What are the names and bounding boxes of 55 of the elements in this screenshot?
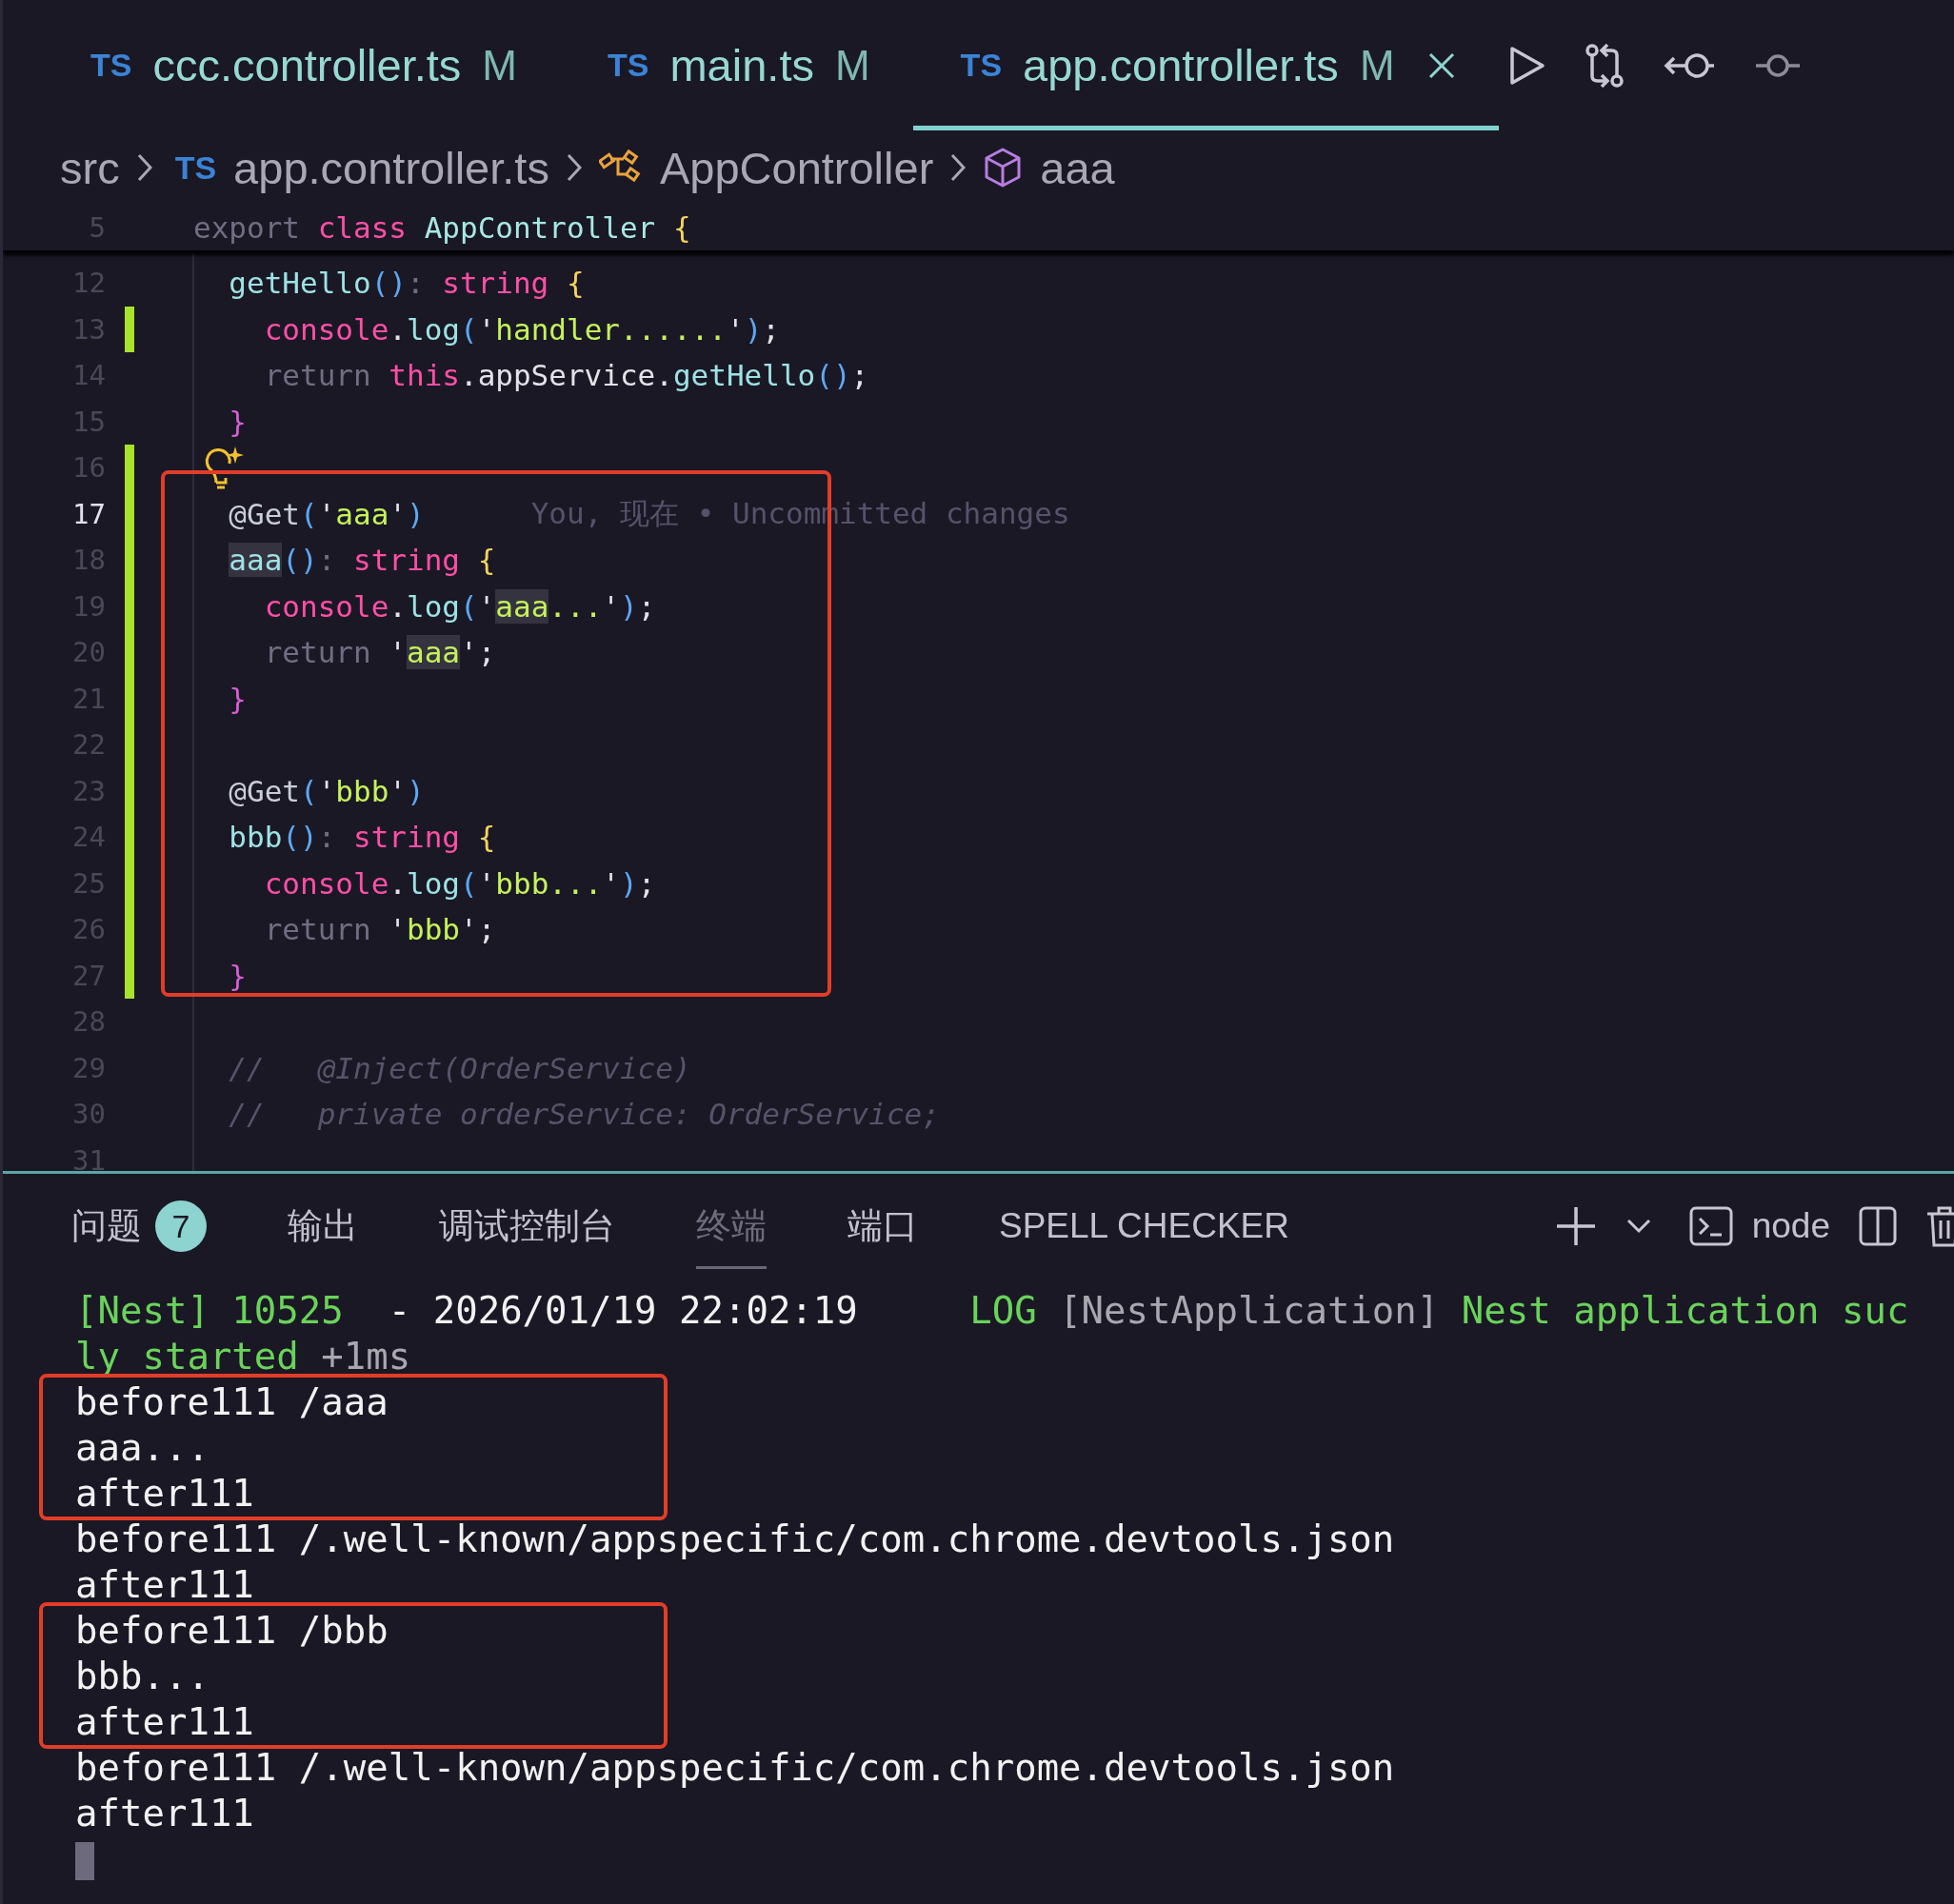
panel-tab[interactable]: SPELL CHECKER: [999, 1183, 1289, 1269]
code-line: @Get('aaa'): [228, 496, 425, 531]
breadcrumb-item[interactable]: src: [60, 141, 120, 194]
editor-tab[interactable]: TS app.controller.ts M: [912, 0, 1499, 130]
typescript-label: TS: [174, 149, 217, 187]
code-line: return this.appService.getHello();: [263, 358, 869, 393]
panel-tab[interactable]: 问题 7: [71, 1183, 207, 1269]
terminal-line: before111 /aaa: [75, 1379, 389, 1425]
code-line: aaa(): string {: [228, 543, 496, 578]
code-line: bbb(): string {: [228, 820, 496, 855]
chevron-right-icon: [566, 153, 582, 182]
editor-tab[interactable]: TS ccc.controller.ts M: [43, 0, 560, 130]
terminal-line: after111: [75, 1562, 254, 1608]
code-line: }: [228, 958, 247, 993]
editor-tab[interactable]: TS main.ts M: [560, 0, 913, 130]
breadcrumb-item[interactable]: aaa: [1040, 141, 1115, 194]
code-line: export class AppController {: [193, 210, 691, 245]
code-line: console.log('handler......');: [263, 311, 780, 347]
line-number: 17: [71, 497, 106, 530]
terminal-line: aaa...: [75, 1425, 209, 1471]
terminal-line: after111: [75, 1791, 254, 1836]
panel-tab[interactable]: 调试控制台: [439, 1183, 615, 1269]
code-line: console.log('aaa...');: [263, 588, 656, 624]
code-line: return 'aaa';: [263, 635, 496, 670]
breadcrumb-item[interactable]: app.controller.ts: [233, 141, 549, 194]
code-line: }: [228, 681, 247, 716]
code-line: getHello(): string {: [228, 266, 585, 301]
terminal-line: before111 /.well-known/appspecific/com.chrome.devtools.json: [75, 1517, 1395, 1562]
terminal-selector[interactable]: node: [1688, 1206, 1830, 1246]
code-line: // private orderService: OrderService;: [228, 1097, 940, 1132]
panel-tab[interactable]: 输出: [288, 1183, 358, 1269]
terminal-line: before111 /bbb: [75, 1608, 389, 1654]
terminal-line: before111 /.well-known/appspecific/com.chrome.devtools.json: [75, 1745, 1395, 1791]
terminal-line: bbb...: [75, 1654, 209, 1699]
split-icon[interactable]: [1859, 1206, 1897, 1246]
breadcrumb-item[interactable]: AppController: [659, 141, 934, 194]
terminal-icon: [1688, 1206, 1733, 1246]
terminal-line: after111: [75, 1699, 254, 1745]
close-icon[interactable]: [1426, 50, 1456, 80]
cube-icon: [983, 147, 1024, 188]
chevron-right-icon: [136, 153, 152, 182]
code-line: return 'bbb';: [263, 912, 496, 947]
code-line: @Get('bbb'): [228, 773, 425, 808]
terminal-line: [Nest] 10525 - 2026/01/19 22:02:19 LOG [NestApplication] Nest application suc: [75, 1288, 1909, 1334]
code-line: }: [228, 404, 247, 439]
code-line: console.log('bbb...');: [263, 865, 656, 901]
play-icon[interactable]: [1507, 45, 1546, 86]
count-badge: 7: [155, 1200, 207, 1252]
terminal-line: after111: [75, 1471, 254, 1517]
panel-tab[interactable]: 端口: [847, 1183, 918, 1269]
chevron-down-icon[interactable]: [1625, 1219, 1651, 1234]
git-compare-icon[interactable]: [1584, 43, 1625, 88]
code-line: // @Inject(OrderService): [228, 1050, 691, 1085]
trash-icon[interactable]: [1925, 1205, 1954, 1247]
chevron-right-icon: [950, 153, 967, 182]
